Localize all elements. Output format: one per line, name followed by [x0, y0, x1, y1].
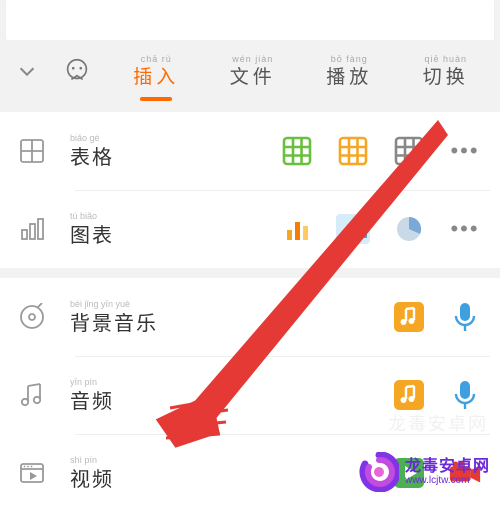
- mic-icon[interactable]: [448, 378, 482, 412]
- tab-1[interactable]: wén jiàn 文件: [205, 54, 302, 89]
- tab-pinyin: chā rù: [108, 54, 205, 64]
- tab-bar: chā rù 插入 wén jiàn 文件 bō fàng 播放 qiē huàn 切换: [0, 40, 500, 102]
- music-box-icon[interactable]: [392, 378, 426, 412]
- row-actions: •••: [280, 134, 482, 168]
- row-pinyin: tú biǎo: [70, 211, 114, 221]
- menu-row-note[interactable]: yīn pín 音频: [0, 356, 500, 434]
- row-text: 视频: [70, 469, 114, 491]
- tab-pinyin: bō fàng: [301, 54, 398, 64]
- menu-row-table[interactable]: biǎo gé 表格 •••: [0, 112, 500, 190]
- grid-orange-icon[interactable]: [336, 134, 370, 168]
- grid-gray-icon[interactable]: [392, 134, 426, 168]
- table-icon: [18, 137, 46, 165]
- more-icon[interactable]: •••: [450, 138, 479, 164]
- more-icon[interactable]: •••: [448, 134, 482, 168]
- tab-label: 播放: [326, 67, 372, 88]
- menu-row-bars[interactable]: tú biǎo 图表 •••: [0, 190, 500, 268]
- row-label: biǎo gé 表格: [70, 133, 114, 170]
- row-actions: [392, 378, 482, 412]
- tab-3[interactable]: qiē huàn 切换: [398, 54, 495, 89]
- content-preview-area: [6, 0, 494, 40]
- assistant-icon[interactable]: [60, 54, 94, 88]
- mic-icon[interactable]: [448, 300, 482, 334]
- collapse-chevron-icon[interactable]: [16, 60, 38, 82]
- bars-orange-icon[interactable]: [280, 212, 314, 246]
- row-actions: [392, 300, 482, 334]
- tab-2[interactable]: bō fàng 播放: [301, 54, 398, 89]
- music-box-icon[interactable]: [392, 300, 426, 334]
- watermark-url: www.lcjtw.com: [405, 475, 490, 486]
- more-icon[interactable]: •••: [450, 216, 479, 242]
- bars-icon: [18, 215, 46, 243]
- row-text: 表格: [70, 147, 114, 169]
- row-text: 背景音乐: [70, 313, 158, 335]
- tab-label: 插入: [133, 67, 179, 88]
- row-pinyin: yīn pín: [70, 377, 114, 387]
- menu-section: biǎo gé 表格 ••• tú biǎo 图表 •••: [0, 112, 500, 268]
- row-pinyin: bèi jǐng yīn yuè: [70, 299, 158, 309]
- watermark: 龙毒安卓网 www.lcjtw.com: [353, 448, 496, 496]
- tab-pinyin: wén jiàn: [205, 54, 302, 64]
- pie-blue-icon[interactable]: [392, 212, 426, 246]
- tab-0[interactable]: chā rù 插入: [108, 54, 205, 89]
- row-text: 音频: [70, 391, 114, 413]
- row-label: yīn pín 音频: [70, 377, 114, 414]
- tab-pinyin: qiē huàn: [398, 54, 495, 64]
- grid-green-icon[interactable]: [280, 134, 314, 168]
- row-actions: •••: [280, 212, 482, 246]
- row-pinyin: biǎo gé: [70, 133, 114, 143]
- row-label: tú biǎo 图表: [70, 211, 114, 248]
- tab-label: 文件: [230, 67, 276, 88]
- row-label: shì pín 视频: [70, 455, 114, 492]
- row-text: 图表: [70, 225, 114, 247]
- watermark-logo-icon: [359, 452, 399, 492]
- row-pinyin: shì pín: [70, 455, 114, 465]
- watermark-text: 龙毒安卓网: [405, 458, 490, 476]
- area-blue-icon[interactable]: [336, 212, 370, 246]
- more-icon[interactable]: •••: [448, 212, 482, 246]
- row-label: bèi jǐng yīn yuè 背景音乐: [70, 299, 158, 336]
- menu-row-disc[interactable]: bèi jǐng yīn yuè 背景音乐: [0, 278, 500, 356]
- note-icon: [18, 381, 46, 409]
- video-icon: [18, 459, 46, 487]
- disc-icon: [18, 303, 46, 331]
- tab-label: 切换: [423, 67, 469, 88]
